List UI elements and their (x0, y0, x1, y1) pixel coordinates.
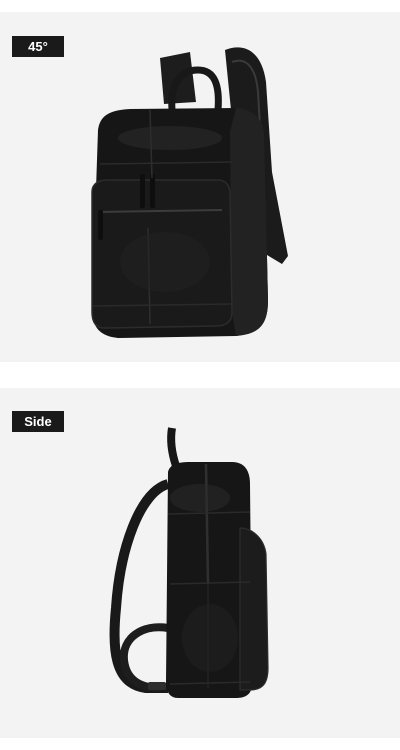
product-view-side: Side (0, 388, 400, 738)
product-view-45-degree: 45° (0, 12, 400, 362)
backpack-45-image (91, 47, 288, 338)
backpack-side-image (109, 427, 269, 698)
